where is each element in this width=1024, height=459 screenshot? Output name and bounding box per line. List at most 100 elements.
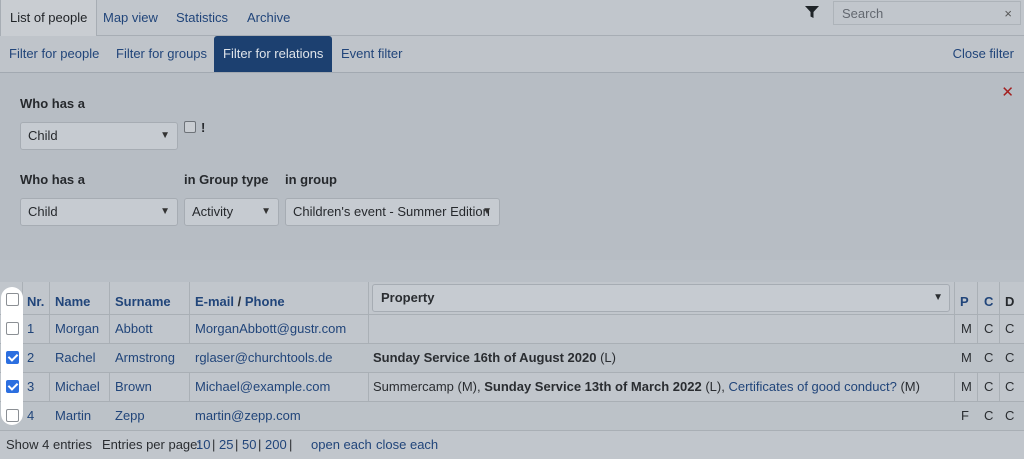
- property-role: (M): [896, 379, 920, 394]
- row-property: Summercamp (M), Sunday Service 13th of M…: [373, 379, 920, 394]
- tab-filter-for-relations[interactable]: Filter for relations: [214, 36, 333, 72]
- clear-search-icon[interactable]: ×: [1004, 6, 1012, 21]
- relation-select-1-value: Child: [28, 128, 58, 143]
- relation-select-2-value: Child: [28, 204, 58, 219]
- row-nr[interactable]: 2: [27, 350, 34, 365]
- separator: |: [212, 437, 216, 452]
- row-surname[interactable]: Abbott: [115, 321, 153, 336]
- row-d: C: [1005, 408, 1015, 423]
- row-surname[interactable]: Zepp: [115, 408, 145, 423]
- close-each-link[interactable]: close each: [376, 431, 438, 459]
- row-checkbox[interactable]: [6, 351, 19, 364]
- table-row[interactable]: 2 Rachel Armstrong rglaser@churchtools.d…: [0, 343, 1024, 372]
- row-d: C: [1005, 321, 1015, 336]
- header-slash: /: [237, 294, 242, 309]
- row-surname[interactable]: Armstrong: [115, 350, 175, 365]
- table-row[interactable]: 3 Michael Brown Michael@example.com Summ…: [0, 372, 1024, 401]
- header-surname[interactable]: Surname: [115, 294, 171, 309]
- negate-checkbox[interactable]: [184, 121, 196, 133]
- tab-archive[interactable]: Archive: [247, 0, 290, 36]
- separator: |: [258, 437, 262, 452]
- row-name[interactable]: Martin: [55, 408, 91, 423]
- row-email[interactable]: rglaser@churchtools.de: [195, 350, 332, 365]
- tab-filter-for-people[interactable]: Filter for people: [9, 36, 99, 72]
- chevron-down-icon: ▼: [933, 292, 943, 303]
- row-email[interactable]: MorganAbbott@gustr.com: [195, 321, 346, 336]
- row-c: C: [984, 379, 994, 394]
- table-row[interactable]: 4 Martin Zepp martin@zepp.com F C C: [0, 401, 1024, 430]
- entry-count: Show 4 entries: [6, 437, 92, 452]
- property-pre: Summercamp (M),: [373, 379, 485, 394]
- relation-filter-panel: ✕ Who has a Child ▼ ! Who has a in Group…: [0, 72, 1024, 260]
- tab-event-filter[interactable]: Event filter: [341, 36, 402, 72]
- top-tab-bar: List of people Map view Statistics Archi…: [0, 0, 1024, 37]
- row-d: C: [1005, 379, 1015, 394]
- negate-label: !: [201, 120, 206, 135]
- open-each-link[interactable]: open each: [311, 431, 372, 459]
- filter-icon[interactable]: [804, 5, 820, 19]
- close-filter-link[interactable]: Close filter: [953, 36, 1014, 72]
- row-nr[interactable]: 3: [27, 379, 34, 394]
- header-p[interactable]: P: [960, 294, 969, 309]
- group-select[interactable]: Children's event - Summer Edition ▼: [285, 198, 500, 226]
- property-link[interactable]: Certificates of good conduct?: [728, 379, 896, 394]
- per-page-50[interactable]: 50: [242, 431, 256, 459]
- row-p: M: [961, 350, 972, 365]
- row-email[interactable]: martin@zepp.com: [195, 408, 301, 423]
- row-checkbox[interactable]: [6, 380, 19, 393]
- row-email[interactable]: Michael@example.com: [195, 379, 330, 394]
- per-page-10[interactable]: 10: [196, 431, 210, 459]
- row-nr[interactable]: 1: [27, 321, 34, 336]
- header-nr[interactable]: Nr.: [27, 294, 44, 309]
- separator: |: [235, 437, 239, 452]
- group-type-select-value: Activity: [192, 204, 234, 219]
- group-select-value: Children's event - Summer Edition: [293, 204, 490, 219]
- header-c[interactable]: C: [984, 294, 993, 309]
- who-has-a-label: Who has a: [20, 96, 86, 111]
- table-row[interactable]: 1 Morgan Abbott MorganAbbott@gustr.com M…: [0, 314, 1024, 343]
- row-checkbox[interactable]: [6, 409, 19, 422]
- row-p: F: [961, 408, 969, 423]
- filter-tab-bar: Filter for people Filter for groups Filt…: [0, 36, 1024, 72]
- group-type-select[interactable]: Activity ▼: [184, 198, 279, 226]
- row-c: C: [984, 350, 994, 365]
- relation-select-2[interactable]: Child ▼: [20, 198, 178, 226]
- chevron-down-icon: ▼: [160, 206, 170, 217]
- group-type-label: in Group type: [184, 172, 269, 187]
- search-input[interactable]: [834, 2, 984, 24]
- close-icon[interactable]: ✕: [1001, 83, 1014, 101]
- header-email-phone: E-mail / Phone: [195, 294, 285, 309]
- relation-select-1[interactable]: Child ▼: [20, 122, 178, 150]
- header-phone[interactable]: Phone: [245, 294, 285, 309]
- per-page-label: Entries per page:: [102, 437, 202, 452]
- property-event: Sunday Service 16th of August 2020: [373, 350, 597, 365]
- separator: |: [289, 437, 293, 452]
- in-group-label: in group: [285, 172, 337, 187]
- tab-statistics[interactable]: Statistics: [176, 0, 228, 36]
- tab-filter-for-groups[interactable]: Filter for groups: [116, 36, 207, 72]
- row-checkbox[interactable]: [6, 322, 19, 335]
- row-p: M: [961, 379, 972, 394]
- property-event: Sunday Service 13th of March 2022: [484, 379, 702, 394]
- header-d[interactable]: D: [1005, 294, 1014, 309]
- header-name[interactable]: Name: [55, 294, 90, 309]
- per-page-200[interactable]: 200: [265, 431, 287, 459]
- chevron-down-icon: ▼: [482, 206, 492, 217]
- people-table: Nr. Name Surname E-mail / Phone Property…: [0, 282, 1024, 430]
- row-c: C: [984, 408, 994, 423]
- per-page-25[interactable]: 25: [219, 431, 233, 459]
- property-role: (L): [596, 350, 616, 365]
- row-name[interactable]: Michael: [55, 379, 100, 394]
- header-email[interactable]: E-mail: [195, 294, 234, 309]
- property-select-label: Property: [381, 290, 435, 305]
- who-has-a-label-2: Who has a: [20, 172, 86, 187]
- tab-map-view[interactable]: Map view: [103, 0, 158, 36]
- row-name[interactable]: Morgan: [55, 321, 99, 336]
- row-name[interactable]: Rachel: [55, 350, 95, 365]
- tab-list-of-people[interactable]: List of people: [0, 0, 98, 37]
- row-surname[interactable]: Brown: [115, 379, 152, 394]
- row-nr[interactable]: 4: [27, 408, 34, 423]
- property-select[interactable]: Property ▼: [372, 284, 950, 312]
- row-p: M: [961, 321, 972, 336]
- select-all-checkbox[interactable]: [6, 293, 19, 306]
